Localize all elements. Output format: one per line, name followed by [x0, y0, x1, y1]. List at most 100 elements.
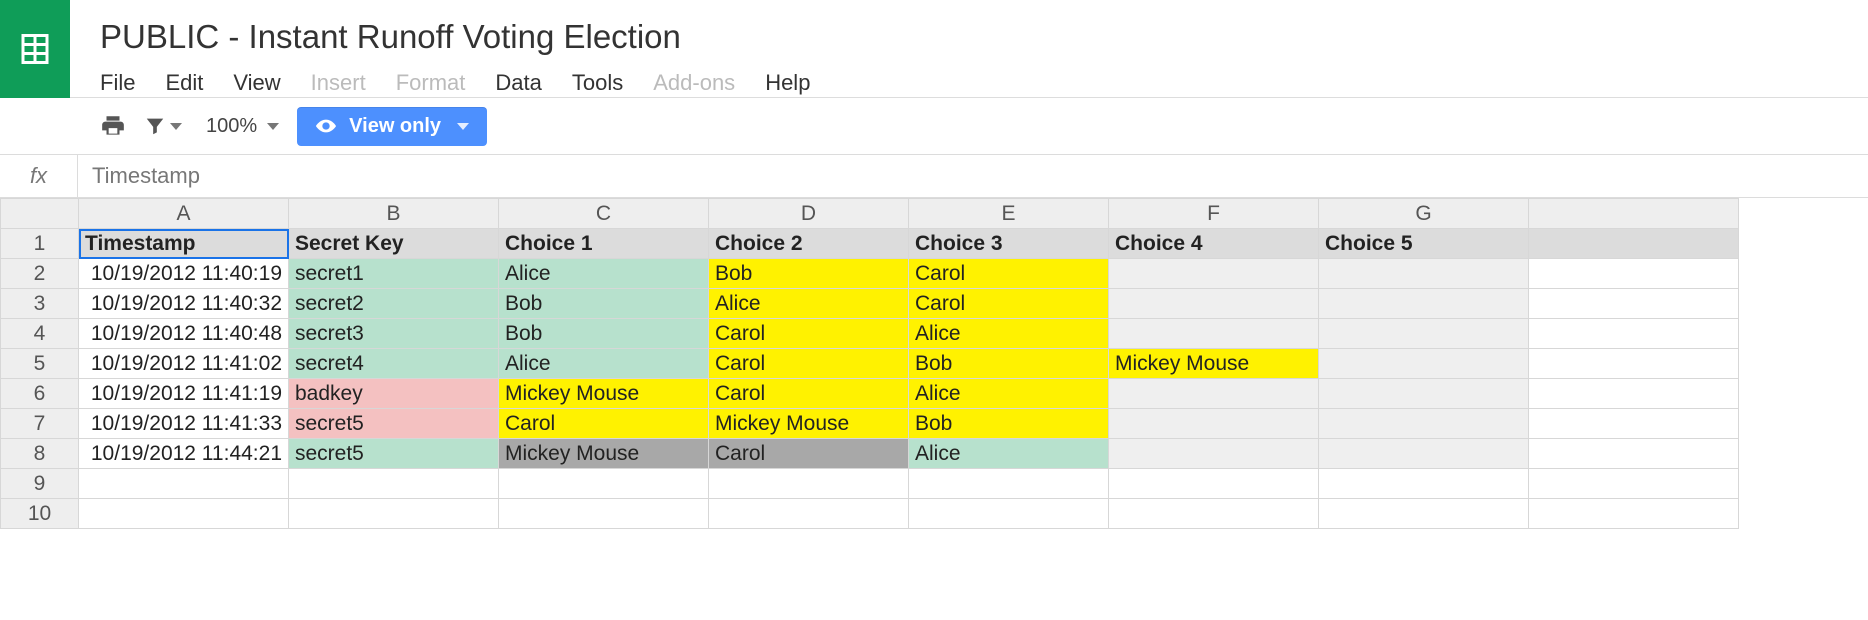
cell[interactable]: secret1: [289, 259, 499, 289]
cell[interactable]: [1529, 229, 1739, 259]
cell[interactable]: secret4: [289, 349, 499, 379]
cell[interactable]: [1319, 319, 1529, 349]
row-header[interactable]: 2: [1, 259, 79, 289]
cell[interactable]: [1319, 499, 1529, 529]
cell[interactable]: Bob: [909, 349, 1109, 379]
col-header-B[interactable]: B: [289, 199, 499, 229]
cell[interactable]: [1109, 409, 1319, 439]
row-header[interactable]: 10: [1, 499, 79, 529]
col-header-E[interactable]: E: [909, 199, 1109, 229]
row-header[interactable]: 4: [1, 319, 79, 349]
row-header[interactable]: 8: [1, 439, 79, 469]
cell[interactable]: Alice: [909, 319, 1109, 349]
cell[interactable]: Choice 2: [709, 229, 909, 259]
cell[interactable]: [499, 469, 709, 499]
cell[interactable]: 10/19/2012 11:40:19: [79, 259, 289, 289]
row-header[interactable]: 9: [1, 469, 79, 499]
filter-button[interactable]: [144, 115, 182, 137]
menu-edit[interactable]: Edit: [165, 70, 203, 96]
cell[interactable]: [1319, 409, 1529, 439]
cell[interactable]: [1319, 259, 1529, 289]
cell[interactable]: Alice: [499, 259, 709, 289]
cell[interactable]: [1109, 259, 1319, 289]
cell[interactable]: Alice: [499, 349, 709, 379]
cell[interactable]: [1529, 469, 1739, 499]
cell[interactable]: Carol: [709, 439, 909, 469]
cell[interactable]: [1319, 289, 1529, 319]
cell[interactable]: Choice 1: [499, 229, 709, 259]
cell[interactable]: Mickey Mouse: [709, 409, 909, 439]
cell[interactable]: secret5: [289, 439, 499, 469]
cell[interactable]: [909, 499, 1109, 529]
cell[interactable]: Mickey Mouse: [1109, 349, 1319, 379]
cell[interactable]: [1319, 469, 1529, 499]
cell[interactable]: [1319, 439, 1529, 469]
cell[interactable]: Bob: [909, 409, 1109, 439]
cell[interactable]: [1529, 499, 1739, 529]
cell[interactable]: badkey: [289, 379, 499, 409]
cell[interactable]: [909, 469, 1109, 499]
cell[interactable]: Alice: [709, 289, 909, 319]
cell[interactable]: [79, 469, 289, 499]
cell[interactable]: Alice: [909, 379, 1109, 409]
row-header[interactable]: 1: [1, 229, 79, 259]
cell[interactable]: [289, 499, 499, 529]
cell[interactable]: [499, 499, 709, 529]
col-header-D[interactable]: D: [709, 199, 909, 229]
cell[interactable]: Choice 4: [1109, 229, 1319, 259]
row-header[interactable]: 6: [1, 379, 79, 409]
col-header-F[interactable]: F: [1109, 199, 1319, 229]
cell[interactable]: [1529, 349, 1739, 379]
row-header[interactable]: 3: [1, 289, 79, 319]
cell[interactable]: [289, 469, 499, 499]
document-title[interactable]: PUBLIC - Instant Runoff Voting Election: [100, 18, 810, 56]
cell[interactable]: [1529, 439, 1739, 469]
menu-file[interactable]: File: [100, 70, 135, 96]
cell[interactable]: [1109, 289, 1319, 319]
row-header[interactable]: 7: [1, 409, 79, 439]
cell[interactable]: [1529, 409, 1739, 439]
cell[interactable]: 10/19/2012 11:41:19: [79, 379, 289, 409]
row-header[interactable]: 5: [1, 349, 79, 379]
cell[interactable]: [1529, 289, 1739, 319]
cell[interactable]: [79, 499, 289, 529]
cell[interactable]: [1529, 379, 1739, 409]
cell[interactable]: Carol: [499, 409, 709, 439]
cell[interactable]: Timestamp: [79, 229, 289, 259]
menu-data[interactable]: Data: [495, 70, 541, 96]
cell[interactable]: [1109, 499, 1319, 529]
col-header-blank[interactable]: [1529, 199, 1739, 229]
formula-value[interactable]: Timestamp: [78, 163, 200, 189]
zoom-selector[interactable]: 100%: [206, 115, 279, 138]
cell[interactable]: Mickey Mouse: [499, 439, 709, 469]
col-header-G[interactable]: G: [1319, 199, 1529, 229]
cell[interactable]: [1319, 379, 1529, 409]
cell[interactable]: [709, 499, 909, 529]
cell[interactable]: Bob: [709, 259, 909, 289]
cell[interactable]: [1529, 319, 1739, 349]
menu-view[interactable]: View: [233, 70, 280, 96]
col-header-C[interactable]: C: [499, 199, 709, 229]
cell[interactable]: [709, 469, 909, 499]
cell[interactable]: [1109, 319, 1319, 349]
cell[interactable]: [1529, 259, 1739, 289]
cell[interactable]: [1109, 469, 1319, 499]
print-button[interactable]: [100, 113, 126, 139]
cell[interactable]: Carol: [909, 289, 1109, 319]
cell[interactable]: [1109, 439, 1319, 469]
cell[interactable]: 10/19/2012 11:44:21: [79, 439, 289, 469]
cell[interactable]: secret3: [289, 319, 499, 349]
cell[interactable]: Mickey Mouse: [499, 379, 709, 409]
cell[interactable]: Choice 5: [1319, 229, 1529, 259]
cell[interactable]: Carol: [709, 319, 909, 349]
cell[interactable]: Bob: [499, 289, 709, 319]
cell[interactable]: [1109, 379, 1319, 409]
cell[interactable]: 10/19/2012 11:40:48: [79, 319, 289, 349]
cell[interactable]: secret2: [289, 289, 499, 319]
select-all-corner[interactable]: [1, 199, 79, 229]
menu-tools[interactable]: Tools: [572, 70, 623, 96]
cell[interactable]: Carol: [709, 379, 909, 409]
cell[interactable]: Bob: [499, 319, 709, 349]
cell[interactable]: Alice: [909, 439, 1109, 469]
cell[interactable]: Choice 3: [909, 229, 1109, 259]
